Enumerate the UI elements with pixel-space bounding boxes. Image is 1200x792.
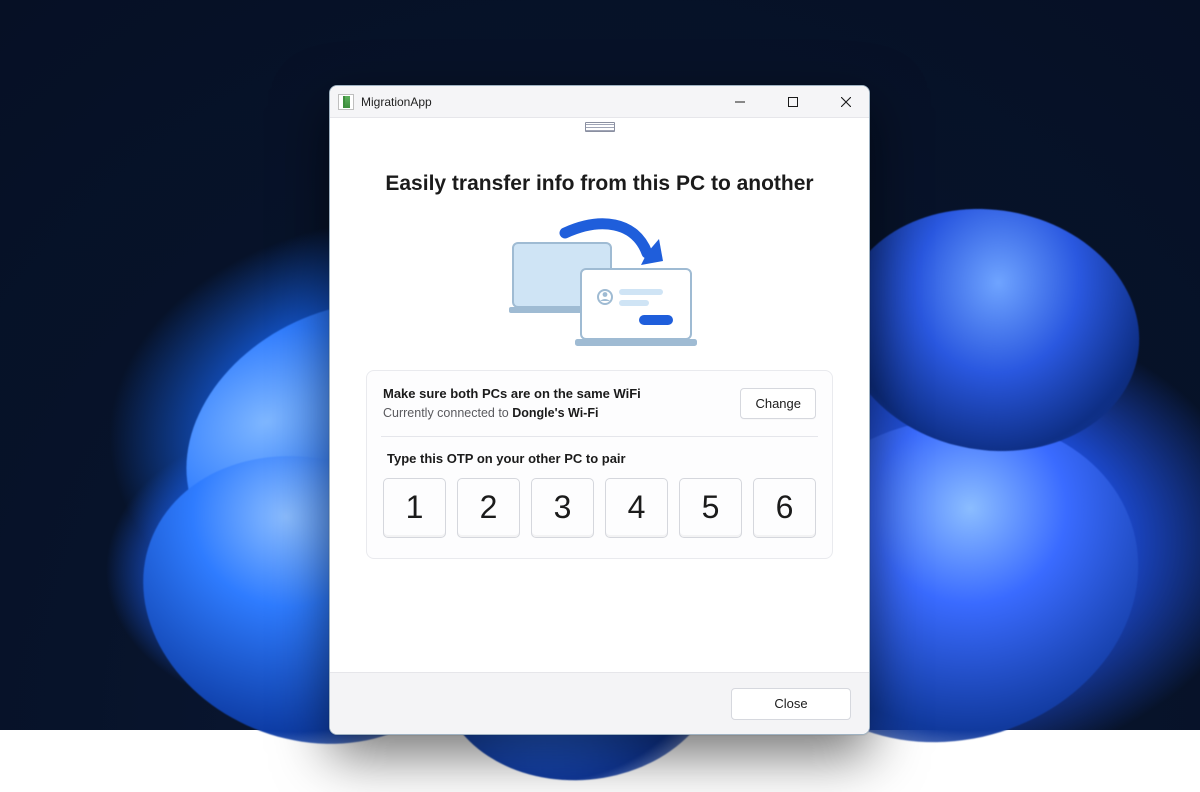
close-icon — [841, 97, 851, 107]
close-button[interactable]: Close — [731, 688, 851, 720]
wallpaper-petal — [821, 186, 1158, 474]
transfer-illustration — [366, 210, 833, 360]
otp-heading: Type this OTP on your other PC to pair — [383, 451, 816, 466]
otp-digit: 1 — [383, 478, 446, 538]
divider — [381, 436, 818, 437]
app-icon — [338, 94, 354, 110]
maximize-icon — [788, 97, 798, 107]
otp-digit: 2 — [457, 478, 520, 538]
minimize-button[interactable] — [717, 86, 763, 118]
window-body: Easily transfer info from this PC to ano… — [330, 118, 869, 672]
change-wifi-button[interactable]: Change — [740, 388, 816, 419]
maximize-button[interactable] — [770, 86, 816, 118]
otp-digit: 3 — [531, 478, 594, 538]
pairing-card: Make sure both PCs are on the same WiFi … — [366, 370, 833, 559]
wifi-heading: Make sure both PCs are on the same WiFi — [383, 385, 728, 404]
drag-handle-icon[interactable] — [585, 122, 615, 132]
page-title: Easily transfer info from this PC to ano… — [366, 172, 833, 196]
otp-digit: 5 — [679, 478, 742, 538]
wifi-row: Make sure both PCs are on the same WiFi … — [383, 385, 816, 422]
wifi-status-prefix: Currently connected to — [383, 406, 512, 420]
wifi-status: Currently connected to Dongle's Wi-Fi — [383, 404, 728, 422]
wifi-ssid: Dongle's Wi-Fi — [512, 406, 598, 420]
migration-app-window: MigrationApp Easily transfer info from t… — [329, 85, 870, 735]
titlebar[interactable]: MigrationApp — [330, 86, 869, 118]
window-footer: Close — [330, 672, 869, 734]
otp-digit: 6 — [753, 478, 816, 538]
otp-digit: 4 — [605, 478, 668, 538]
window-close-button[interactable] — [823, 86, 869, 118]
window-title: MigrationApp — [361, 95, 432, 109]
pc-to-pc-icon — [495, 215, 705, 355]
minimize-icon — [735, 97, 745, 107]
otp-code-row: 1 2 3 4 5 6 — [383, 478, 816, 538]
